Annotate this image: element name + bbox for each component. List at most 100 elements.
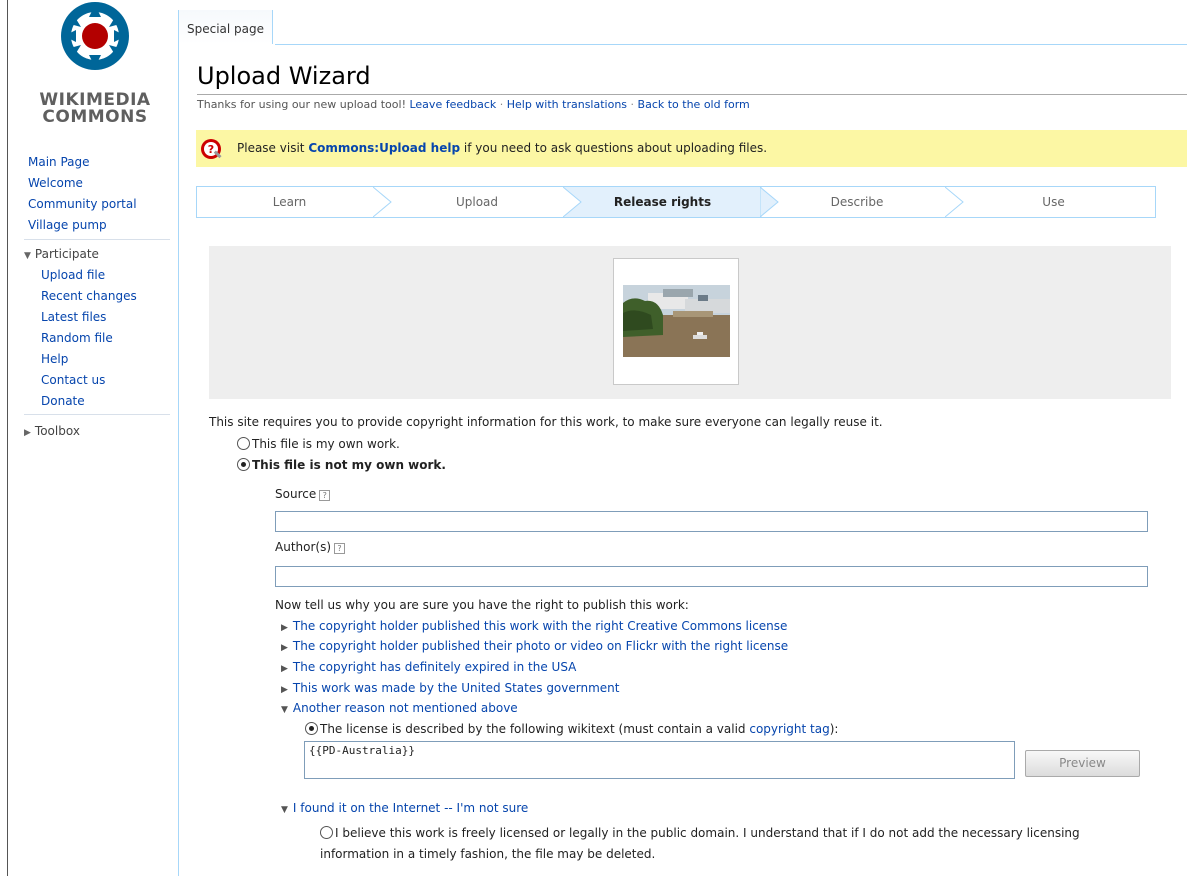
old-form-link[interactable]: Back to the old form bbox=[638, 98, 750, 111]
step-upload-label: Upload bbox=[455, 195, 499, 209]
reason-creative-commons[interactable]: ▶ The copyright holder published this wor… bbox=[281, 619, 787, 633]
freely-licensed-label: I believe this work is freely licensed o… bbox=[320, 826, 1080, 861]
nav-contact-us[interactable]: Contact us bbox=[41, 373, 105, 387]
triangle-down-icon: ▼ bbox=[281, 705, 288, 715]
triangle-right-icon: ▶ bbox=[281, 664, 288, 674]
own-work-label: This file is my own work. bbox=[252, 437, 400, 451]
reason-found-on-internet-link[interactable]: I found it on the Internet -- I'm not su… bbox=[293, 801, 528, 815]
triangle-right-icon: ▶ bbox=[281, 643, 288, 653]
toolbox-heading: Toolbox bbox=[34, 424, 80, 438]
preview-button[interactable]: Preview bbox=[1025, 750, 1140, 777]
step-upload: Upload bbox=[382, 187, 572, 217]
window-edge bbox=[7, 0, 8, 876]
source-label: Source? bbox=[275, 487, 331, 501]
reason-another-link[interactable]: Another reason not mentioned above bbox=[293, 701, 518, 715]
tab-bar-line bbox=[275, 44, 1187, 45]
nav-community-portal[interactable]: Community portal bbox=[28, 197, 137, 211]
triangle-down-icon: ▼ bbox=[24, 251, 31, 261]
wikitext-option[interactable]: The license is described by the followin… bbox=[305, 722, 838, 736]
svg-text:?: ? bbox=[208, 143, 214, 156]
help-translations-link[interactable]: Help with translations bbox=[507, 98, 627, 111]
nav-recent-changes[interactable]: Recent changes bbox=[41, 289, 137, 303]
source-label-text: Source bbox=[275, 487, 317, 501]
step-learn: Learn bbox=[197, 187, 382, 217]
sidebar: WIKIMEDIA COMMONS Main Page Welcome Comm… bbox=[0, 0, 178, 876]
wikitext-textarea[interactable]: {{PD-Australia}} bbox=[304, 741, 1015, 779]
nav-random-file[interactable]: Random file bbox=[41, 331, 113, 345]
notice-text: Please visit Commons:Upload help if you … bbox=[237, 141, 767, 155]
nav-help[interactable]: Help bbox=[41, 352, 68, 366]
wikitext-radio[interactable] bbox=[305, 722, 318, 735]
step-describe-label: Describe bbox=[830, 195, 884, 209]
own-work-radio[interactable] bbox=[237, 437, 250, 450]
reason-us-government-link[interactable]: This work was made by the United States … bbox=[293, 681, 620, 695]
reason-another[interactable]: ▼ Another reason not mentioned above bbox=[281, 701, 518, 715]
reason-found-on-internet[interactable]: ▼ I found it on the Internet -- I'm not s… bbox=[281, 801, 528, 815]
nav-village-pump[interactable]: Village pump bbox=[28, 218, 107, 232]
toolbox-toggle[interactable]: ▶ Toolbox bbox=[24, 421, 80, 441]
commons-upload-help-link[interactable]: Commons:Upload help bbox=[308, 141, 460, 155]
step-describe: Describe bbox=[762, 187, 952, 217]
triangle-right-icon: ▶ bbox=[281, 685, 288, 695]
reason-flickr-link[interactable]: The copyright holder published their pho… bbox=[293, 639, 788, 653]
author-label: Author(s)? bbox=[275, 540, 346, 554]
subtitle-text: Thanks for using our new upload tool! bbox=[197, 98, 406, 111]
main-navigation: Main Page Welcome Community portal Villa… bbox=[28, 152, 137, 236]
nav-donate[interactable]: Donate bbox=[41, 394, 85, 408]
notice-prefix: Please visit bbox=[237, 141, 305, 155]
participate-navigation: Upload file Recent changes Latest files … bbox=[41, 265, 137, 412]
step-chevron-icon bbox=[760, 187, 779, 217]
not-own-work-option[interactable]: This file is not my own work. bbox=[237, 458, 446, 472]
own-work-option[interactable]: This file is my own work. bbox=[237, 437, 400, 451]
wikimedia-commons-logo[interactable]: WIKIMEDIA COMMONS bbox=[30, 0, 160, 130]
copyright-tag-link[interactable]: copyright tag bbox=[749, 722, 829, 736]
freely-licensed-option[interactable]: I believe this work is freely licensed o… bbox=[320, 823, 1150, 865]
logo-wordmark: WIKIMEDIA COMMONS bbox=[30, 92, 160, 126]
sidebar-divider bbox=[24, 414, 170, 415]
participate-toggle[interactable]: ▼ Participate bbox=[24, 244, 99, 264]
copyright-intro: This site requires you to provide copyri… bbox=[209, 415, 883, 429]
step-release-rights: Release rights bbox=[563, 187, 762, 217]
freely-licensed-radio[interactable] bbox=[320, 826, 333, 839]
nav-welcome[interactable]: Welcome bbox=[28, 176, 83, 190]
step-chevron-icon bbox=[945, 187, 964, 217]
triangle-right-icon: ▶ bbox=[24, 428, 31, 438]
step-use: Use bbox=[952, 187, 1155, 217]
reason-us-government[interactable]: ▶ This work was made by the United States… bbox=[281, 681, 619, 695]
nav-main-page[interactable]: Main Page bbox=[28, 155, 90, 169]
page-title: Upload Wizard bbox=[197, 62, 371, 90]
upload-help-notice: ? Please visit Commons:Upload help if yo… bbox=[196, 130, 1187, 167]
flood-photo-thumbnail bbox=[623, 285, 730, 357]
source-input[interactable] bbox=[275, 511, 1148, 532]
content-border bbox=[178, 44, 179, 876]
nav-upload-file[interactable]: Upload file bbox=[41, 268, 105, 282]
page-subtitle: Thanks for using our new upload tool! Le… bbox=[197, 98, 750, 111]
title-divider bbox=[197, 94, 1187, 95]
wizard-steps: Learn Upload Release rights Describe Use bbox=[196, 186, 1156, 218]
reason-creative-commons-link[interactable]: The copyright holder published this work… bbox=[293, 619, 788, 633]
leave-feedback-link[interactable]: Leave feedback bbox=[409, 98, 496, 111]
wikitext-label-suffix: ): bbox=[829, 722, 839, 736]
step-release-rights-label: Release rights bbox=[613, 195, 712, 209]
reason-flickr[interactable]: ▶ The copyright holder published their ph… bbox=[281, 639, 788, 653]
subtitle-separator: · bbox=[499, 98, 504, 111]
file-preview-area bbox=[209, 246, 1171, 399]
step-chevron-icon bbox=[563, 187, 583, 217]
notice-suffix: if you need to ask questions about uploa… bbox=[463, 141, 768, 155]
not-own-work-label: This file is not my own work. bbox=[252, 458, 446, 472]
tab-special-page[interactable]: Special page bbox=[178, 10, 274, 44]
sidebar-divider bbox=[24, 239, 170, 240]
help-icon[interactable]: ? bbox=[319, 490, 331, 501]
step-learn-label: Learn bbox=[272, 195, 307, 209]
author-label-text: Author(s) bbox=[275, 540, 332, 554]
reason-question: Now tell us why you are sure you have th… bbox=[275, 598, 689, 612]
author-input[interactable] bbox=[275, 566, 1148, 587]
reason-expired-usa-link[interactable]: The copyright has definitely expired in … bbox=[293, 660, 576, 674]
help-icon[interactable]: ? bbox=[334, 543, 346, 554]
file-thumbnail[interactable] bbox=[613, 258, 739, 385]
logo-text-line2: COMMONS bbox=[42, 107, 148, 127]
step-use-label: Use bbox=[1042, 195, 1065, 209]
nav-latest-files[interactable]: Latest files bbox=[41, 310, 106, 324]
reason-expired-usa[interactable]: ▶ The copyright has definitely expired in… bbox=[281, 660, 576, 674]
not-own-work-radio[interactable] bbox=[237, 458, 250, 471]
